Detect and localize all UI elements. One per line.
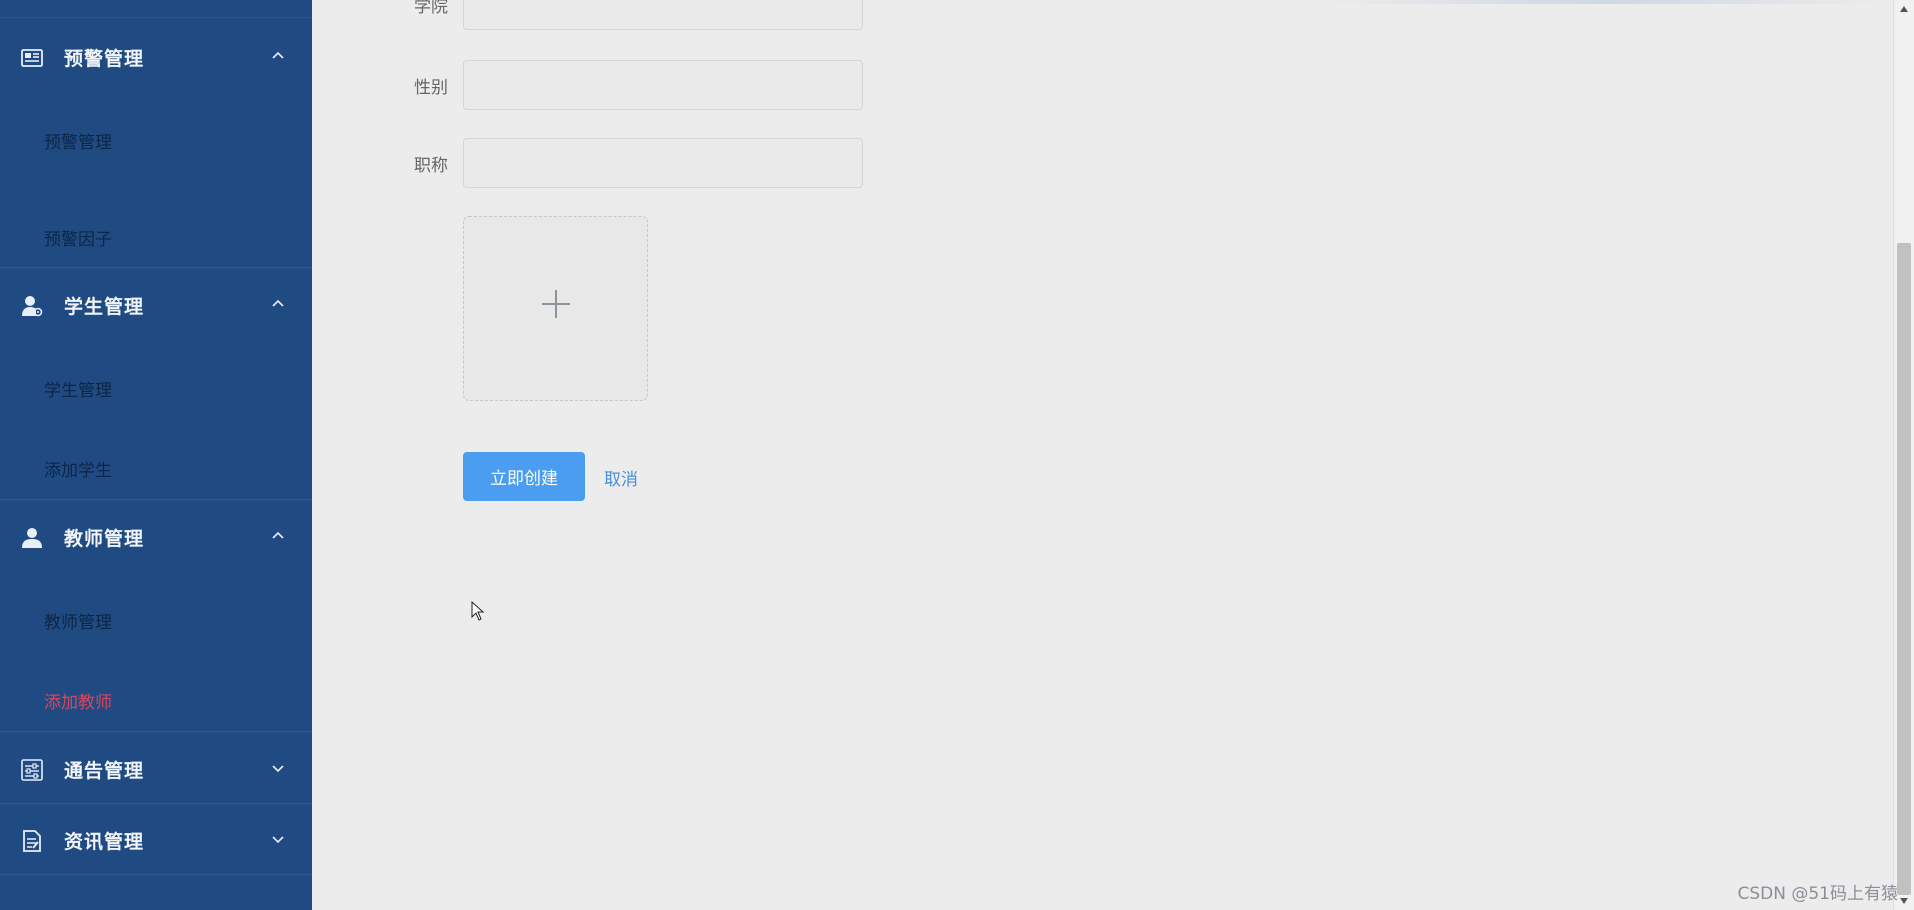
menu-group-teacher: 教师管理 教师管理 添加教师 xyxy=(0,502,312,732)
menu-group-student: 学生管理 学生管理 添加学生 xyxy=(0,270,312,500)
menu-header-teacher[interactable]: 教师管理 xyxy=(0,502,312,574)
menu-header-label: 学生管理 xyxy=(64,296,145,318)
chevron-up-icon xyxy=(272,51,284,59)
scrollbar-thumb[interactable] xyxy=(1897,243,1911,895)
scroll-up-arrow-icon[interactable] xyxy=(1894,0,1914,18)
sidebar-item-student-manage[interactable]: 学生管理 xyxy=(44,376,112,401)
vertical-scrollbar[interactable] xyxy=(1893,0,1914,910)
menu-header-label: 资讯管理 xyxy=(64,831,145,853)
menu-header-student[interactable]: 学生管理 xyxy=(0,270,312,342)
title-label: 职称 xyxy=(414,156,448,176)
cancel-button[interactable]: 取消 xyxy=(604,465,638,490)
menu-header-news[interactable]: 资讯管理 xyxy=(0,805,312,877)
menu-header-warning[interactable]: 预警管理 xyxy=(0,22,312,94)
gender-input[interactable] xyxy=(463,60,863,110)
news-document-icon xyxy=(20,829,44,853)
menu-group-warning: 预警管理 预警管理 预警因子 xyxy=(0,22,312,268)
sidebar: 预警管理 预警管理 预警因子 学生管理 学生管理 添加学生 教师管理 教师管理 … xyxy=(0,0,312,910)
student-user-icon xyxy=(20,294,44,318)
sidebar-item-add-teacher[interactable]: 添加教师 xyxy=(44,688,112,713)
watermark: CSDN @51码上有猿 xyxy=(1737,884,1898,904)
sidebar-item-warning-factor[interactable]: 预警因子 xyxy=(44,225,112,250)
top-shadow-divider xyxy=(1320,0,1890,4)
college-input[interactable] xyxy=(463,0,863,30)
chevron-up-icon xyxy=(272,299,284,307)
menu-group-notice: 通告管理 xyxy=(0,734,312,804)
menu-header-label: 教师管理 xyxy=(64,528,145,550)
title-input[interactable] xyxy=(463,138,863,188)
menu-group-news: 资讯管理 xyxy=(0,805,312,875)
college-label: 学院 xyxy=(414,0,448,17)
mouse-cursor-icon xyxy=(471,601,485,621)
avatar-upload[interactable] xyxy=(463,216,648,401)
sidebar-item-warning-manage[interactable]: 预警管理 xyxy=(44,128,112,153)
warning-card-icon xyxy=(20,46,44,70)
notice-sliders-icon xyxy=(20,758,44,782)
sidebar-item-add-student[interactable]: 添加学生 xyxy=(44,456,112,481)
sidebar-top-divider xyxy=(0,0,312,18)
menu-header-label: 预警管理 xyxy=(64,48,145,70)
create-button[interactable]: 立即创建 xyxy=(463,452,585,501)
menu-header-notice[interactable]: 通告管理 xyxy=(0,734,312,806)
gender-label: 性别 xyxy=(414,78,448,98)
chevron-down-icon xyxy=(272,836,284,844)
sidebar-item-teacher-manage[interactable]: 教师管理 xyxy=(44,608,112,633)
teacher-user-icon xyxy=(20,526,44,550)
chevron-up-icon xyxy=(272,531,284,539)
chevron-down-icon xyxy=(272,765,284,773)
menu-header-label: 通告管理 xyxy=(64,760,145,782)
